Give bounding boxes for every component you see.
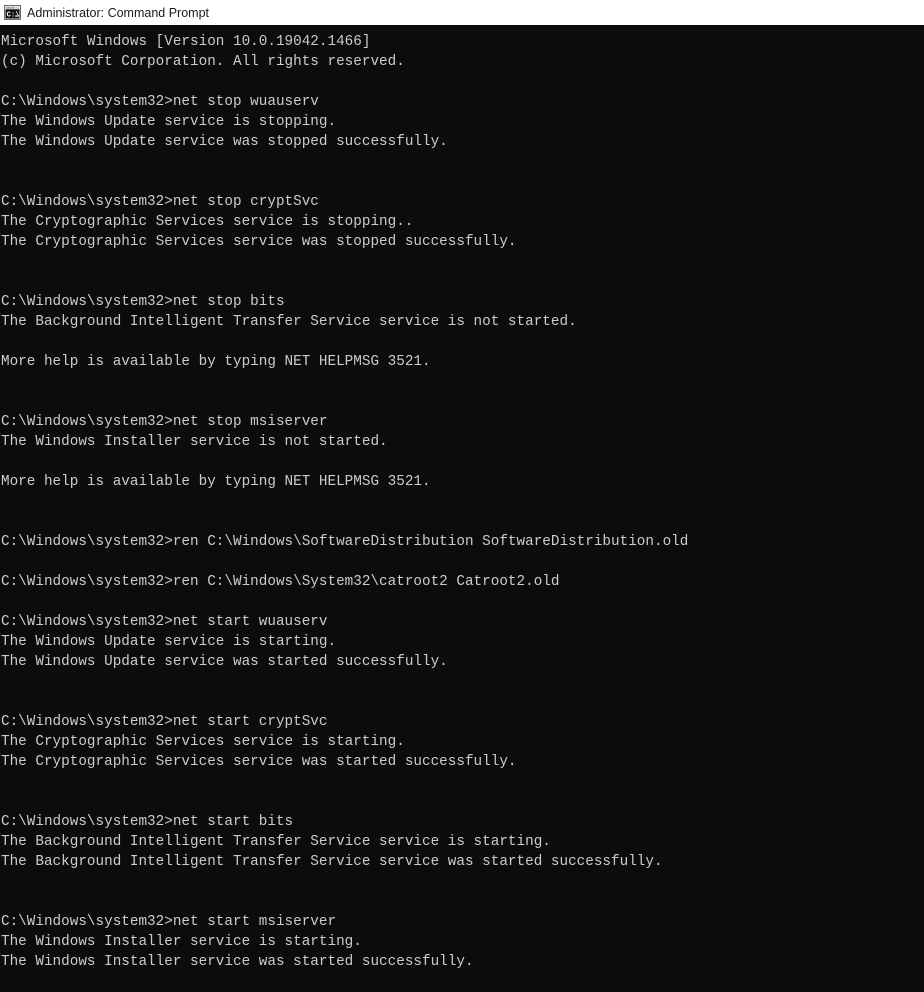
console-line: The Windows Update service was started s… bbox=[1, 653, 448, 670]
console-line: The Cryptographic Services service was s… bbox=[1, 233, 517, 250]
console-line: More help is available by typing NET HEL… bbox=[1, 353, 431, 370]
console-line: C:\Windows\system32>net start msiserver bbox=[1, 913, 337, 930]
console-line: The Windows Update service is starting. bbox=[1, 633, 337, 650]
console-line: C:\Windows\system32>net stop bits bbox=[1, 293, 285, 310]
console-line: The Windows Update service was stopped s… bbox=[1, 133, 448, 150]
console-line: Microsoft Windows [Version 10.0.19042.14… bbox=[1, 33, 371, 50]
console-line: (c) Microsoft Corporation. All rights re… bbox=[1, 53, 405, 70]
console-line: C:\Windows\system32>net start bits bbox=[1, 813, 294, 830]
console-line: C:\Windows\system32>net stop msiserver bbox=[1, 413, 328, 430]
console-line: More help is available by typing NET HEL… bbox=[1, 473, 431, 490]
console-line: C:\Windows\system32>net start cryptSvc bbox=[1, 713, 328, 730]
console-line: The Windows Installer service is not sta… bbox=[1, 433, 388, 450]
console-line: The Background Intelligent Transfer Serv… bbox=[1, 833, 551, 850]
console-line: The Windows Update service is stopping. bbox=[1, 113, 337, 130]
console-line: The Background Intelligent Transfer Serv… bbox=[1, 313, 577, 330]
console-line: The Background Intelligent Transfer Serv… bbox=[1, 853, 663, 870]
console-line: The Windows Installer service is startin… bbox=[1, 933, 362, 950]
console-line: C:\Windows\system32>net stop wuauserv bbox=[1, 93, 319, 110]
console-line: The Cryptographic Services service was s… bbox=[1, 753, 517, 770]
command-prompt-icon: C:\ bbox=[4, 5, 21, 20]
command-prompt-window: C:\ Administrator: Command Prompt Micros… bbox=[0, 0, 924, 992]
console-line: C:\Windows\system32>net stop cryptSvc bbox=[1, 193, 319, 210]
title-bar[interactable]: C:\ Administrator: Command Prompt bbox=[0, 0, 924, 25]
console-line: C:\Windows\system32>ren C:\Windows\Softw… bbox=[1, 533, 689, 550]
console-line: C:\Windows\system32>net start wuauserv bbox=[1, 613, 328, 630]
console-line: The Cryptographic Services service is st… bbox=[1, 733, 405, 750]
console-line: The Windows Installer service was starte… bbox=[1, 953, 474, 970]
console-output[interactable]: Microsoft Windows [Version 10.0.19042.14… bbox=[0, 25, 924, 992]
svg-text:C:\: C:\ bbox=[7, 11, 20, 19]
console-line: The Cryptographic Services service is st… bbox=[1, 213, 414, 230]
window-title: Administrator: Command Prompt bbox=[27, 5, 210, 20]
console-line: C:\Windows\system32>ren C:\Windows\Syste… bbox=[1, 573, 560, 590]
